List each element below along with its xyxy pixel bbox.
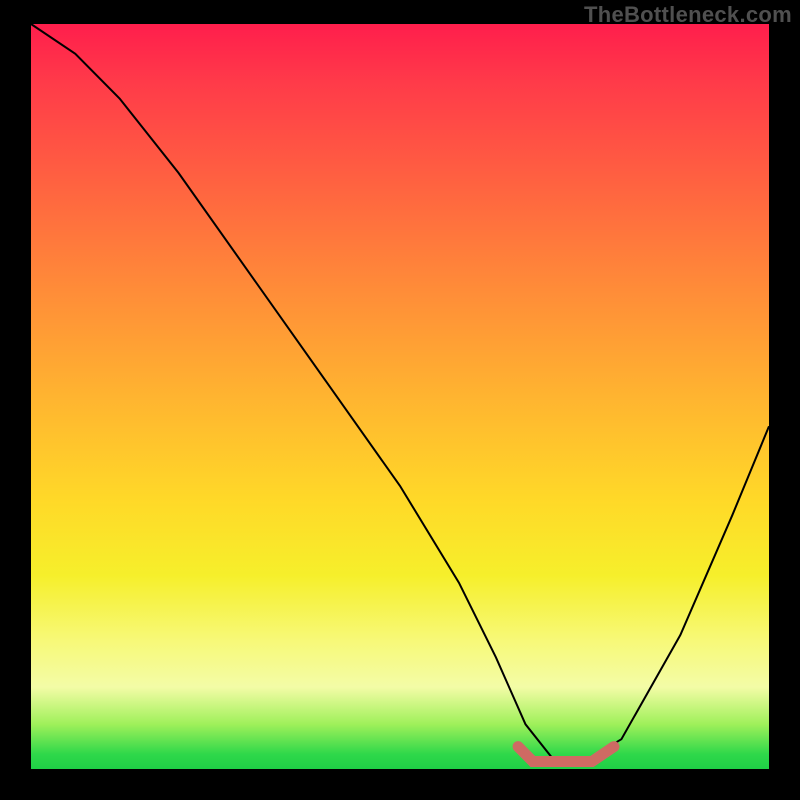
watermark-text: TheBottleneck.com xyxy=(584,2,792,28)
curve-svg xyxy=(31,24,769,769)
plot-area xyxy=(31,24,769,769)
chart-frame: TheBottleneck.com xyxy=(0,0,800,800)
bottleneck-curve xyxy=(31,24,769,762)
optimal-marker xyxy=(518,747,614,762)
